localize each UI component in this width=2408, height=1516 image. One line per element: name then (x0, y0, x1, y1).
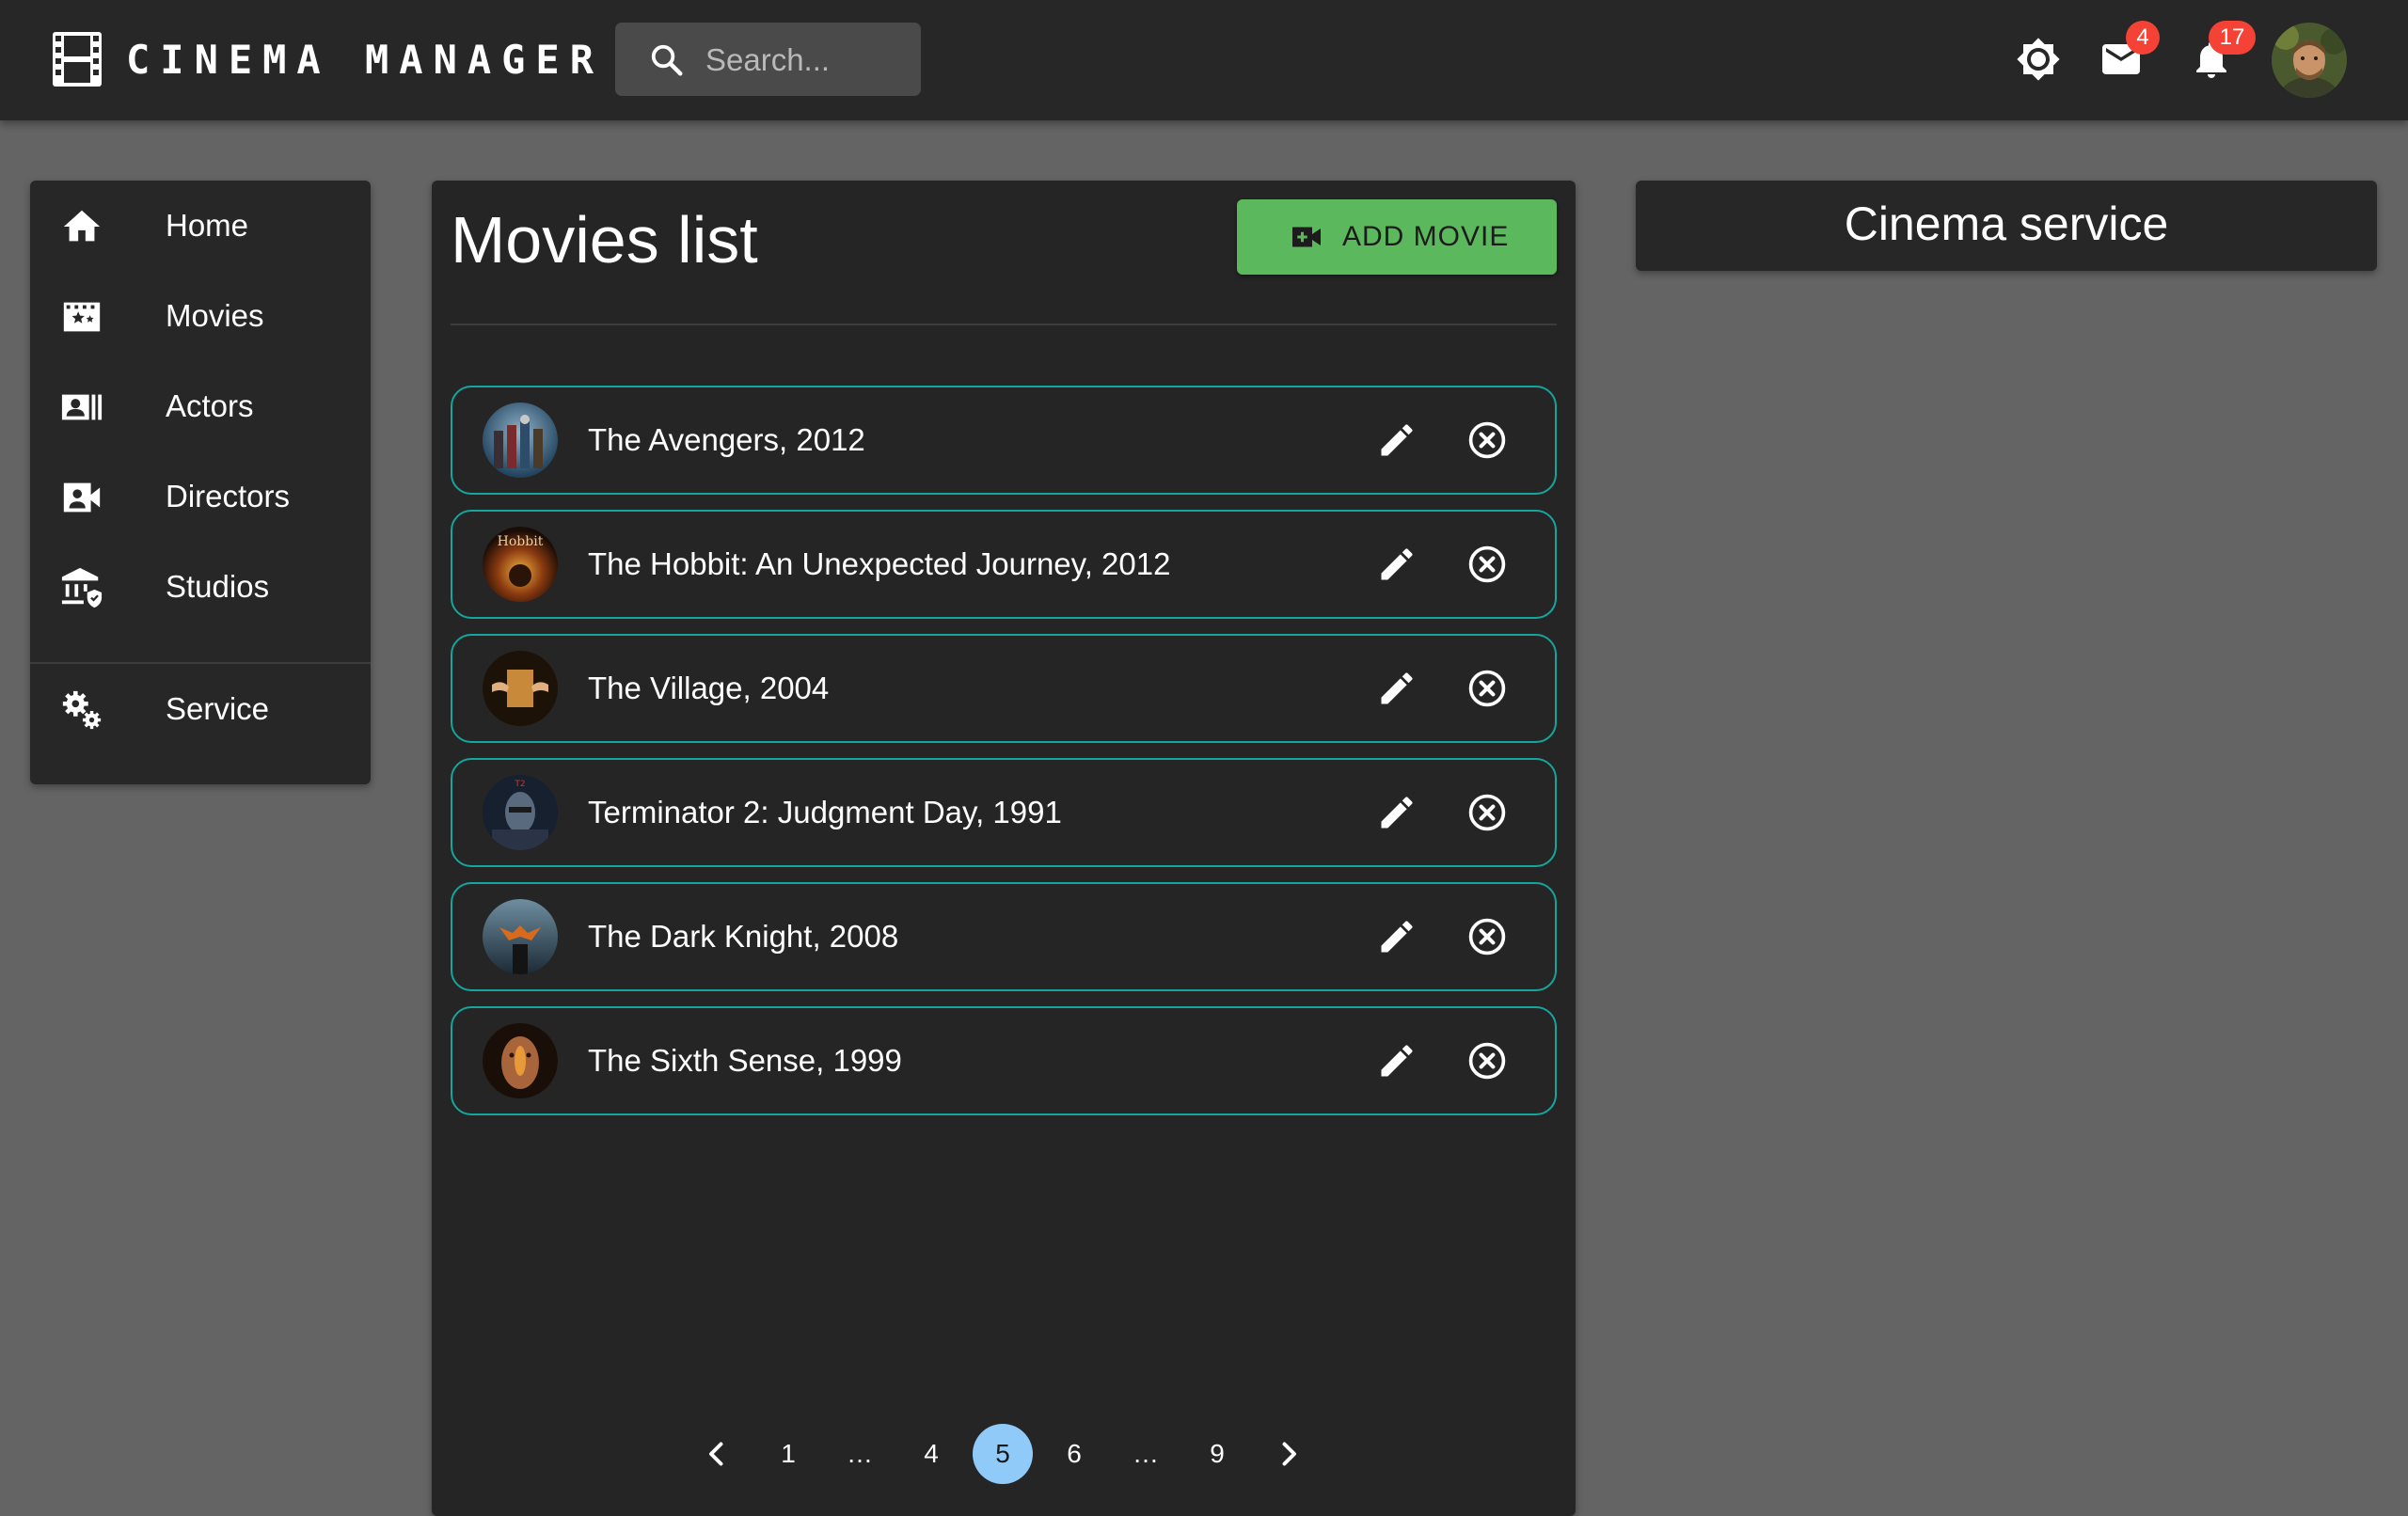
film-icon (53, 32, 102, 87)
svg-text:T2: T2 (514, 780, 525, 789)
edit-icon[interactable] (1376, 916, 1418, 957)
delete-icon[interactable] (1466, 544, 1508, 585)
page-button-5[interactable]: 5 (973, 1424, 1033, 1484)
service-title: Cinema service (1844, 197, 2169, 250)
edit-icon[interactable] (1376, 792, 1418, 833)
search-input[interactable] (704, 36, 914, 85)
add-movie-label: ADD MOVIE (1342, 221, 1510, 252)
video-camera-add-icon (1292, 227, 1321, 247)
page-button-4[interactable]: 4 (901, 1424, 961, 1484)
delete-icon[interactable] (1466, 668, 1508, 709)
sidebar-item-service[interactable]: Service (30, 664, 371, 754)
edit-icon[interactable] (1376, 668, 1418, 709)
movie-poster (483, 403, 558, 478)
chevron-left-icon (709, 1442, 723, 1466)
movie-poster (483, 651, 558, 726)
list-item[interactable]: The Avengers, 2012 (451, 386, 1557, 495)
movie-title: Terminator 2: Judgment Day, 1991 (588, 795, 1062, 829)
delete-icon[interactable] (1466, 419, 1508, 461)
contacts-icon (61, 394, 103, 420)
movies-panel: Movies list ADD MOVIE The Avengers, 2012… (432, 181, 1576, 1516)
app-title: CINEMA MANAGER (126, 37, 605, 83)
edit-icon[interactable] (1376, 544, 1418, 585)
list-item[interactable]: The Village, 2004 (451, 634, 1557, 743)
chevron-right-icon (1282, 1442, 1296, 1466)
movie-title: The Avengers, 2012 (588, 422, 865, 457)
sidebar-item-label: Service (166, 691, 270, 726)
avatar-image (2272, 23, 2347, 98)
edit-icon[interactable] (1376, 419, 1418, 461)
brightness-icon[interactable] (2016, 37, 2061, 82)
video-camera-user-icon (63, 482, 101, 513)
list-item[interactable]: The Sixth Sense, 1999 (451, 1006, 1557, 1115)
movie-title: The Village, 2004 (588, 671, 830, 705)
add-movie-button[interactable]: ADD MOVIE (1237, 199, 1557, 275)
page-button-1[interactable]: 1 (758, 1424, 818, 1484)
cinema-service-card: Cinema service (1636, 181, 2377, 271)
sidebar-item-label: Directors (166, 479, 291, 513)
notifications-badge: 17 (2209, 21, 2256, 55)
sidebar-item-label: Actors (166, 388, 254, 423)
movie-title: The Dark Knight, 2008 (588, 919, 899, 954)
pagination-next-button[interactable] (1259, 1424, 1319, 1484)
delete-icon[interactable] (1466, 916, 1508, 957)
home-icon (63, 210, 101, 242)
pagination: 1 … 4 5 6 … 9 (432, 1424, 1576, 1484)
movie-poster (483, 899, 558, 974)
movie-title: The Sixth Sense, 1999 (588, 1043, 902, 1078)
movie-icon (63, 302, 101, 332)
top-app-bar: CINEMA MANAGER 4 17 (0, 0, 2408, 120)
avatar[interactable] (2272, 23, 2347, 98)
page-title: Movies list (451, 203, 758, 276)
sidebar-item-studios[interactable]: Studios (30, 542, 371, 632)
sidebar-item-movies[interactable]: Movies (30, 271, 371, 361)
movie-list: The Avengers, 2012 Hobbit The Hobbit: An… (451, 386, 1557, 1130)
mail-badge: 4 (2126, 21, 2160, 55)
list-item[interactable]: T2 Terminator 2: Judgment Day, 1991 (451, 758, 1557, 867)
page-ellipsis: … (1133, 1439, 1159, 1468)
building-shield-icon (61, 567, 103, 608)
movie-title: The Hobbit: An Unexpected Journey, 2012 (588, 546, 1171, 581)
edit-icon[interactable] (1376, 1040, 1418, 1082)
delete-icon[interactable] (1466, 1040, 1508, 1082)
sidebar-item-label: Home (166, 208, 249, 243)
sidebar-item-label: Movies (166, 298, 264, 333)
page-button-6[interactable]: 6 (1044, 1424, 1104, 1484)
page-ellipsis: … (847, 1439, 873, 1468)
movie-poster: T2 (483, 775, 558, 850)
pagination-prev-button[interactable] (687, 1424, 747, 1484)
gears-icon (62, 690, 102, 730)
search-icon (651, 44, 683, 76)
delete-icon[interactable] (1466, 792, 1508, 833)
divider (451, 324, 1557, 325)
list-item[interactable]: Hobbit The Hobbit: An Unexpected Journey… (451, 510, 1557, 619)
sidebar-item-actors[interactable]: Actors (30, 361, 371, 451)
list-item[interactable]: The Dark Knight, 2008 (451, 882, 1557, 991)
sidebar-item-home[interactable]: Home (30, 181, 371, 271)
sidebar-item-label: Studios (166, 569, 270, 604)
movie-poster (483, 1023, 558, 1098)
sidebar: Home Movies Actors Directors Studios Ser… (30, 181, 371, 784)
svg-text:Hobbit: Hobbit (498, 534, 544, 549)
movie-poster: Hobbit (483, 527, 558, 602)
search-box[interactable] (615, 23, 921, 96)
sidebar-item-directors[interactable]: Directors (30, 451, 371, 542)
page-button-9[interactable]: 9 (1187, 1424, 1247, 1484)
